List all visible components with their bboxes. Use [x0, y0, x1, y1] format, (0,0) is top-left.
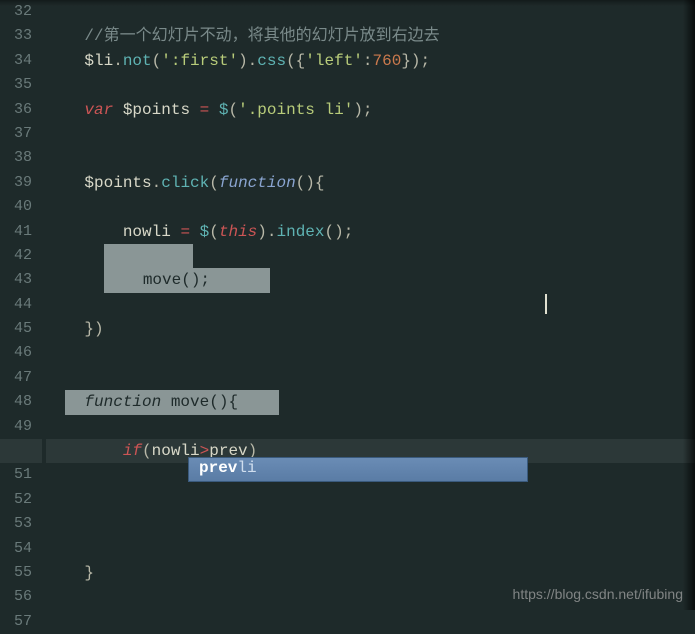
- code-line[interactable]: [46, 537, 695, 561]
- line-number: 45: [0, 317, 32, 341]
- code-line[interactable]: function move(){: [46, 390, 695, 414]
- code-line[interactable]: [46, 341, 695, 365]
- code-line[interactable]: $li.not(':first').css({'left':760});: [46, 49, 695, 73]
- selection-highlight: move();: [104, 268, 270, 292]
- line-number: 47: [0, 366, 32, 390]
- code-line[interactable]: [46, 73, 695, 97]
- line-number: 51: [0, 463, 32, 487]
- code-line[interactable]: [46, 122, 695, 146]
- line-number: 38: [0, 146, 32, 170]
- watermark-text: https://blog.csdn.net/ifubing: [513, 586, 683, 602]
- code-line[interactable]: [46, 195, 695, 219]
- line-number: 44: [0, 293, 32, 317]
- line-number: 55: [0, 561, 32, 585]
- line-number: 40: [0, 195, 32, 219]
- line-number: 39: [0, 171, 32, 195]
- line-number: 53: [0, 512, 32, 536]
- code-line[interactable]: }): [46, 317, 695, 341]
- code-line[interactable]: [46, 366, 695, 390]
- line-number: 32: [0, 0, 32, 24]
- selection-highlight: [104, 244, 194, 268]
- line-number: 56: [0, 585, 32, 609]
- code-editor[interactable]: 32 33 34 35 36 37 38 39 40 41 42 43 44 4…: [0, 0, 695, 610]
- code-line[interactable]: [46, 146, 695, 170]
- code-line[interactable]: $points.click(function(){: [46, 171, 695, 195]
- code-area[interactable]: //第一个幻灯片不动，将其他的幻灯片放到右边去 $li.not(':first'…: [42, 0, 695, 610]
- line-number: 57: [0, 610, 32, 634]
- code-line[interactable]: [46, 512, 695, 536]
- text-cursor: [545, 294, 547, 314]
- code-line[interactable]: [46, 244, 695, 268]
- line-number: 34: [0, 49, 32, 73]
- code-line[interactable]: }: [46, 561, 695, 585]
- line-number: 37: [0, 122, 32, 146]
- line-number-gutter: 32 33 34 35 36 37 38 39 40 41 42 43 44 4…: [0, 0, 42, 610]
- line-number: 43: [0, 268, 32, 292]
- line-number: 49: [0, 415, 32, 439]
- code-line[interactable]: [46, 415, 695, 439]
- line-number: 48: [0, 390, 32, 414]
- line-number: 54: [0, 537, 32, 561]
- line-number: 35: [0, 73, 32, 97]
- code-line[interactable]: [46, 293, 695, 317]
- autocomplete-match: prev: [199, 459, 237, 477]
- line-number: 41: [0, 220, 32, 244]
- code-line[interactable]: nowli = $(this).index();: [46, 220, 695, 244]
- code-line[interactable]: [46, 488, 695, 512]
- line-number: 33: [0, 24, 32, 48]
- autocomplete-popup[interactable]: prevli: [188, 457, 528, 482]
- selection-highlight: function move(){: [65, 390, 279, 414]
- code-line[interactable]: var $points = $('.points li');: [46, 98, 695, 122]
- code-line[interactable]: [46, 610, 695, 634]
- code-line[interactable]: move();: [46, 268, 695, 292]
- autocomplete-suggestion-rest: li: [237, 459, 256, 477]
- line-number: 36: [0, 98, 32, 122]
- code-line[interactable]: [46, 0, 695, 24]
- line-number: 52: [0, 488, 32, 512]
- line-number: 46: [0, 341, 32, 365]
- line-number: 42: [0, 244, 32, 268]
- code-line[interactable]: //第一个幻灯片不动，将其他的幻灯片放到右边去: [46, 24, 695, 48]
- comment-text: //第一个幻灯片不动，将其他的幻灯片放到右边去: [84, 27, 439, 45]
